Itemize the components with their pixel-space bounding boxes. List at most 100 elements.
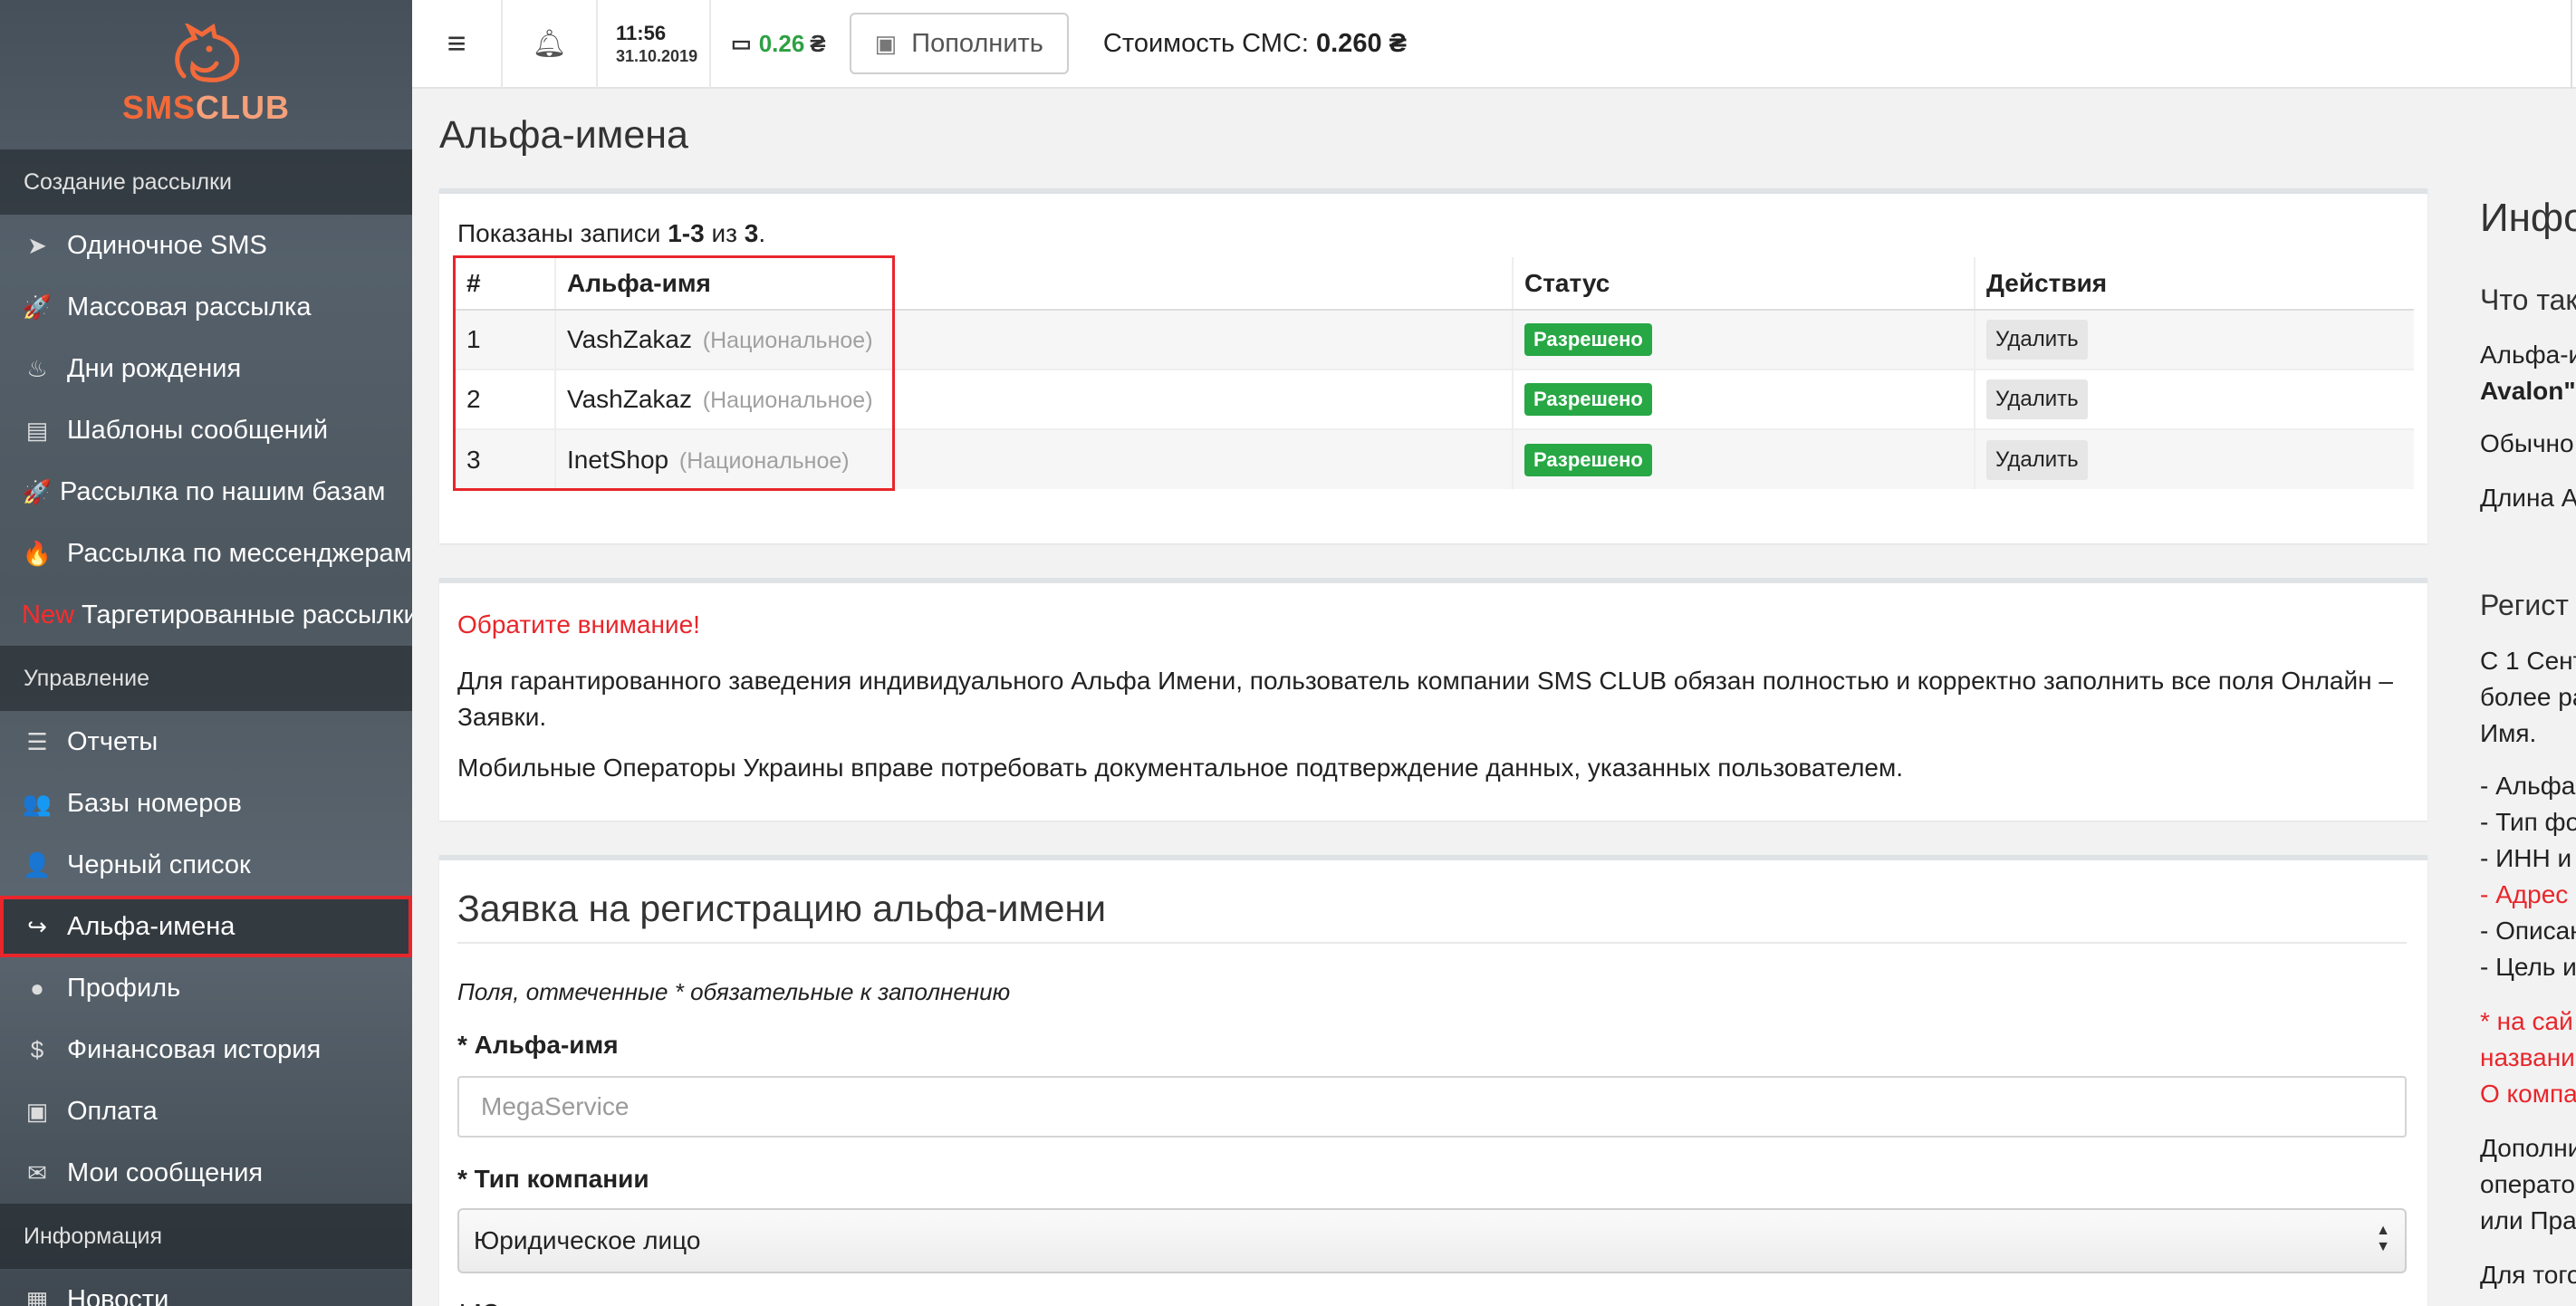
actions-cell: Удалить	[1974, 309, 2414, 370]
sidebar-item-profile[interactable]: ● Профиль	[0, 957, 412, 1019]
sidebar-item-label: Одиночное SMS	[67, 230, 267, 260]
records-summary: Показаны записи 1-3 из 3.	[457, 219, 766, 247]
new-badge: New	[22, 600, 75, 629]
delete-button[interactable]: Удалить	[1986, 439, 2088, 480]
notice-title: Обратите внимание!	[457, 610, 700, 639]
sidebar-item-label: Профиль	[67, 973, 181, 1003]
sidebar-item-alpha-names[interactable]: ↪ Альфа-имена	[0, 896, 412, 957]
info-list-item: - Адрес	[2480, 880, 2569, 908]
page-title: Альфа-имена	[439, 113, 688, 157]
column-status: Статус	[1512, 257, 1975, 311]
delete-button[interactable]: Удалить	[1986, 379, 2088, 419]
topbar-divider	[2571, 0, 2572, 89]
table-row: 2 VashZakaz (Национальное) Разрешено Уда…	[456, 369, 2414, 429]
sidebar-item-label: Рассылка по нашим базам	[60, 476, 386, 506]
document-icon: ▤	[25, 416, 49, 444]
info-red-line: названи	[2480, 1043, 2575, 1071]
info-line: Обычно	[2480, 429, 2574, 457]
section-create-mailing: Создание рассылки	[0, 149, 412, 215]
sidebar-item-templates[interactable]: ▤ Шаблоны сообщений	[0, 399, 412, 461]
section-information: Информация	[0, 1204, 412, 1269]
sidebar-item-number-bases[interactable]: 👥 Базы номеров	[0, 773, 412, 834]
alpha-name-cell: VashZakaz (Национальное)	[554, 369, 1513, 429]
clock: 11:56 31.10.2019	[598, 0, 711, 88]
info-line: Длина А	[2480, 484, 2576, 512]
table-header-row: # Альфа-имя Статус Действия	[456, 257, 2414, 311]
hamburger-menu-icon[interactable]: ≡	[412, 0, 503, 88]
current-date: 31.10.2019	[616, 46, 698, 65]
alpha-name-type: (Национальное)	[702, 328, 873, 353]
topup-button[interactable]: ▣ Пополнить	[849, 13, 1069, 74]
info-line: Имя.	[2480, 719, 2537, 747]
topup-label: Пополнить	[911, 28, 1043, 58]
sidebar-item-reports[interactable]: ☰ Отчеты	[0, 711, 412, 773]
sidebar-item-news[interactable]: ▦ Новости	[0, 1269, 412, 1306]
info-panel: Инфо Что так Альфа-и Avalon" Обычно Длин…	[2480, 188, 2576, 1306]
alpha-name-type: (Национальное)	[678, 447, 850, 474]
logo-club: CLUB	[196, 88, 290, 126]
users-icon: 👥	[22, 789, 53, 817]
fire-icon: 🔥	[22, 539, 53, 567]
alpha-names-table: # Альфа-имя Статус Действия 1 VashZakaz …	[456, 257, 2414, 489]
info-line: С 1 Сент	[2480, 647, 2576, 675]
info-line: Avalon"	[2480, 377, 2576, 405]
alpha-name-input[interactable]	[457, 1076, 2407, 1138]
sidebar-item-label: Дни рождения	[67, 353, 242, 383]
list-icon: ☰	[26, 727, 48, 755]
status-badge: Разрешено	[1524, 323, 1652, 356]
info-line: Для того	[2480, 1261, 2576, 1289]
logo-text: SMSCLUB	[122, 89, 290, 127]
info-list-item: - ИНН и	[2480, 844, 2572, 872]
sidebar-item-label: Массовая рассылка	[67, 292, 312, 322]
birthday-cake-icon: ♨	[26, 354, 48, 382]
info-subtitle: Что так	[2480, 283, 2576, 316]
money-icon: ▣	[25, 1097, 49, 1125]
bell-icon[interactable]: 🔔︎	[503, 0, 598, 88]
sidebar-item-birthdays[interactable]: ♨ Дни рождения	[0, 338, 412, 399]
sidebar-item-label: Отчеты	[67, 726, 159, 756]
company-type-select[interactable]: Юридическое лицо ▲ ▼	[457, 1208, 2407, 1273]
status-cell: Разрешено	[1512, 428, 1975, 489]
column-alpha-name: Альфа-имя	[554, 257, 1513, 311]
column-actions: Действия	[1974, 257, 2414, 311]
sms-cost-value: 0.260 ₴	[1316, 28, 1407, 58]
form-title: Заявка на регистрацию альфа-имени	[457, 888, 1106, 929]
status-cell: Разрешено	[1512, 309, 1975, 370]
info-line: Дополни	[2480, 1134, 2576, 1162]
alpha-name: InetShop	[567, 445, 669, 474]
sidebar-item-label: Черный список	[67, 850, 251, 879]
sidebar-item-targeted[interactable]: New Таргетированные рассылки	[0, 584, 412, 646]
sidebar-item-finance-history[interactable]: $ Финансовая история	[0, 1019, 412, 1080]
sidebar-item-mass-mailing[interactable]: 🚀 Массовая рассылка	[0, 276, 412, 338]
sidebar-item-my-messages[interactable]: ✉ Мои сообщения	[0, 1142, 412, 1204]
sidebar-item-messengers[interactable]: 🔥 Рассылка по мессенджерам	[0, 523, 412, 584]
alpha-name-cell: VashZakaz (Национальное)	[554, 309, 1513, 370]
form-note: Поля, отмеченные * обязательные к заполн…	[457, 978, 1011, 1005]
envelope-icon: ✉	[27, 1158, 47, 1186]
company-type-value: Юридическое лицо	[474, 1226, 701, 1254]
sidebar-item-single-sms[interactable]: ➤ Одиночное SMS	[0, 215, 412, 276]
sidebar-item-payment[interactable]: ▣ Оплата	[0, 1080, 412, 1142]
rocket-icon: 🚀	[22, 477, 53, 505]
sidebar-item-label: Шаблоны сообщений	[67, 415, 329, 445]
notice-panel: Обратите внимание! Для гарантированного …	[439, 578, 2427, 821]
paper-plane-icon: ➤	[27, 231, 47, 259]
user-block-icon: 👤	[22, 850, 53, 879]
user-icon: ●	[30, 974, 44, 1002]
rocket-icon: 🚀	[22, 293, 53, 321]
info-title: Инфо	[2480, 196, 2576, 240]
info-line: более ра	[2480, 683, 2576, 711]
delete-button[interactable]: Удалить	[1986, 320, 2088, 360]
table-row: 3 InetShop (Национальное) Разрешено Удал…	[456, 428, 2414, 489]
alpha-name: VashZakaz	[567, 325, 692, 353]
logo[interactable]: SMSCLUB	[0, 0, 412, 149]
info-list-item: - Цель и	[2480, 953, 2576, 981]
info-list-item: - Альфа	[2480, 772, 2576, 800]
sidebar-item-our-bases[interactable]: 🚀 Рассылка по нашим базам	[0, 461, 412, 523]
sms-cost-label: Стоимость СМС:	[1102, 28, 1309, 58]
info-red-line: * на сай	[2480, 1007, 2573, 1035]
row-number: 1	[456, 309, 555, 370]
alpha-names-panel: Показаны записи 1-3 из 3. # Альфа-имя Ст…	[439, 188, 2427, 543]
sidebar-item-blacklist[interactable]: 👤 Черный список	[0, 834, 412, 896]
logo-sms: SMS	[122, 88, 197, 126]
